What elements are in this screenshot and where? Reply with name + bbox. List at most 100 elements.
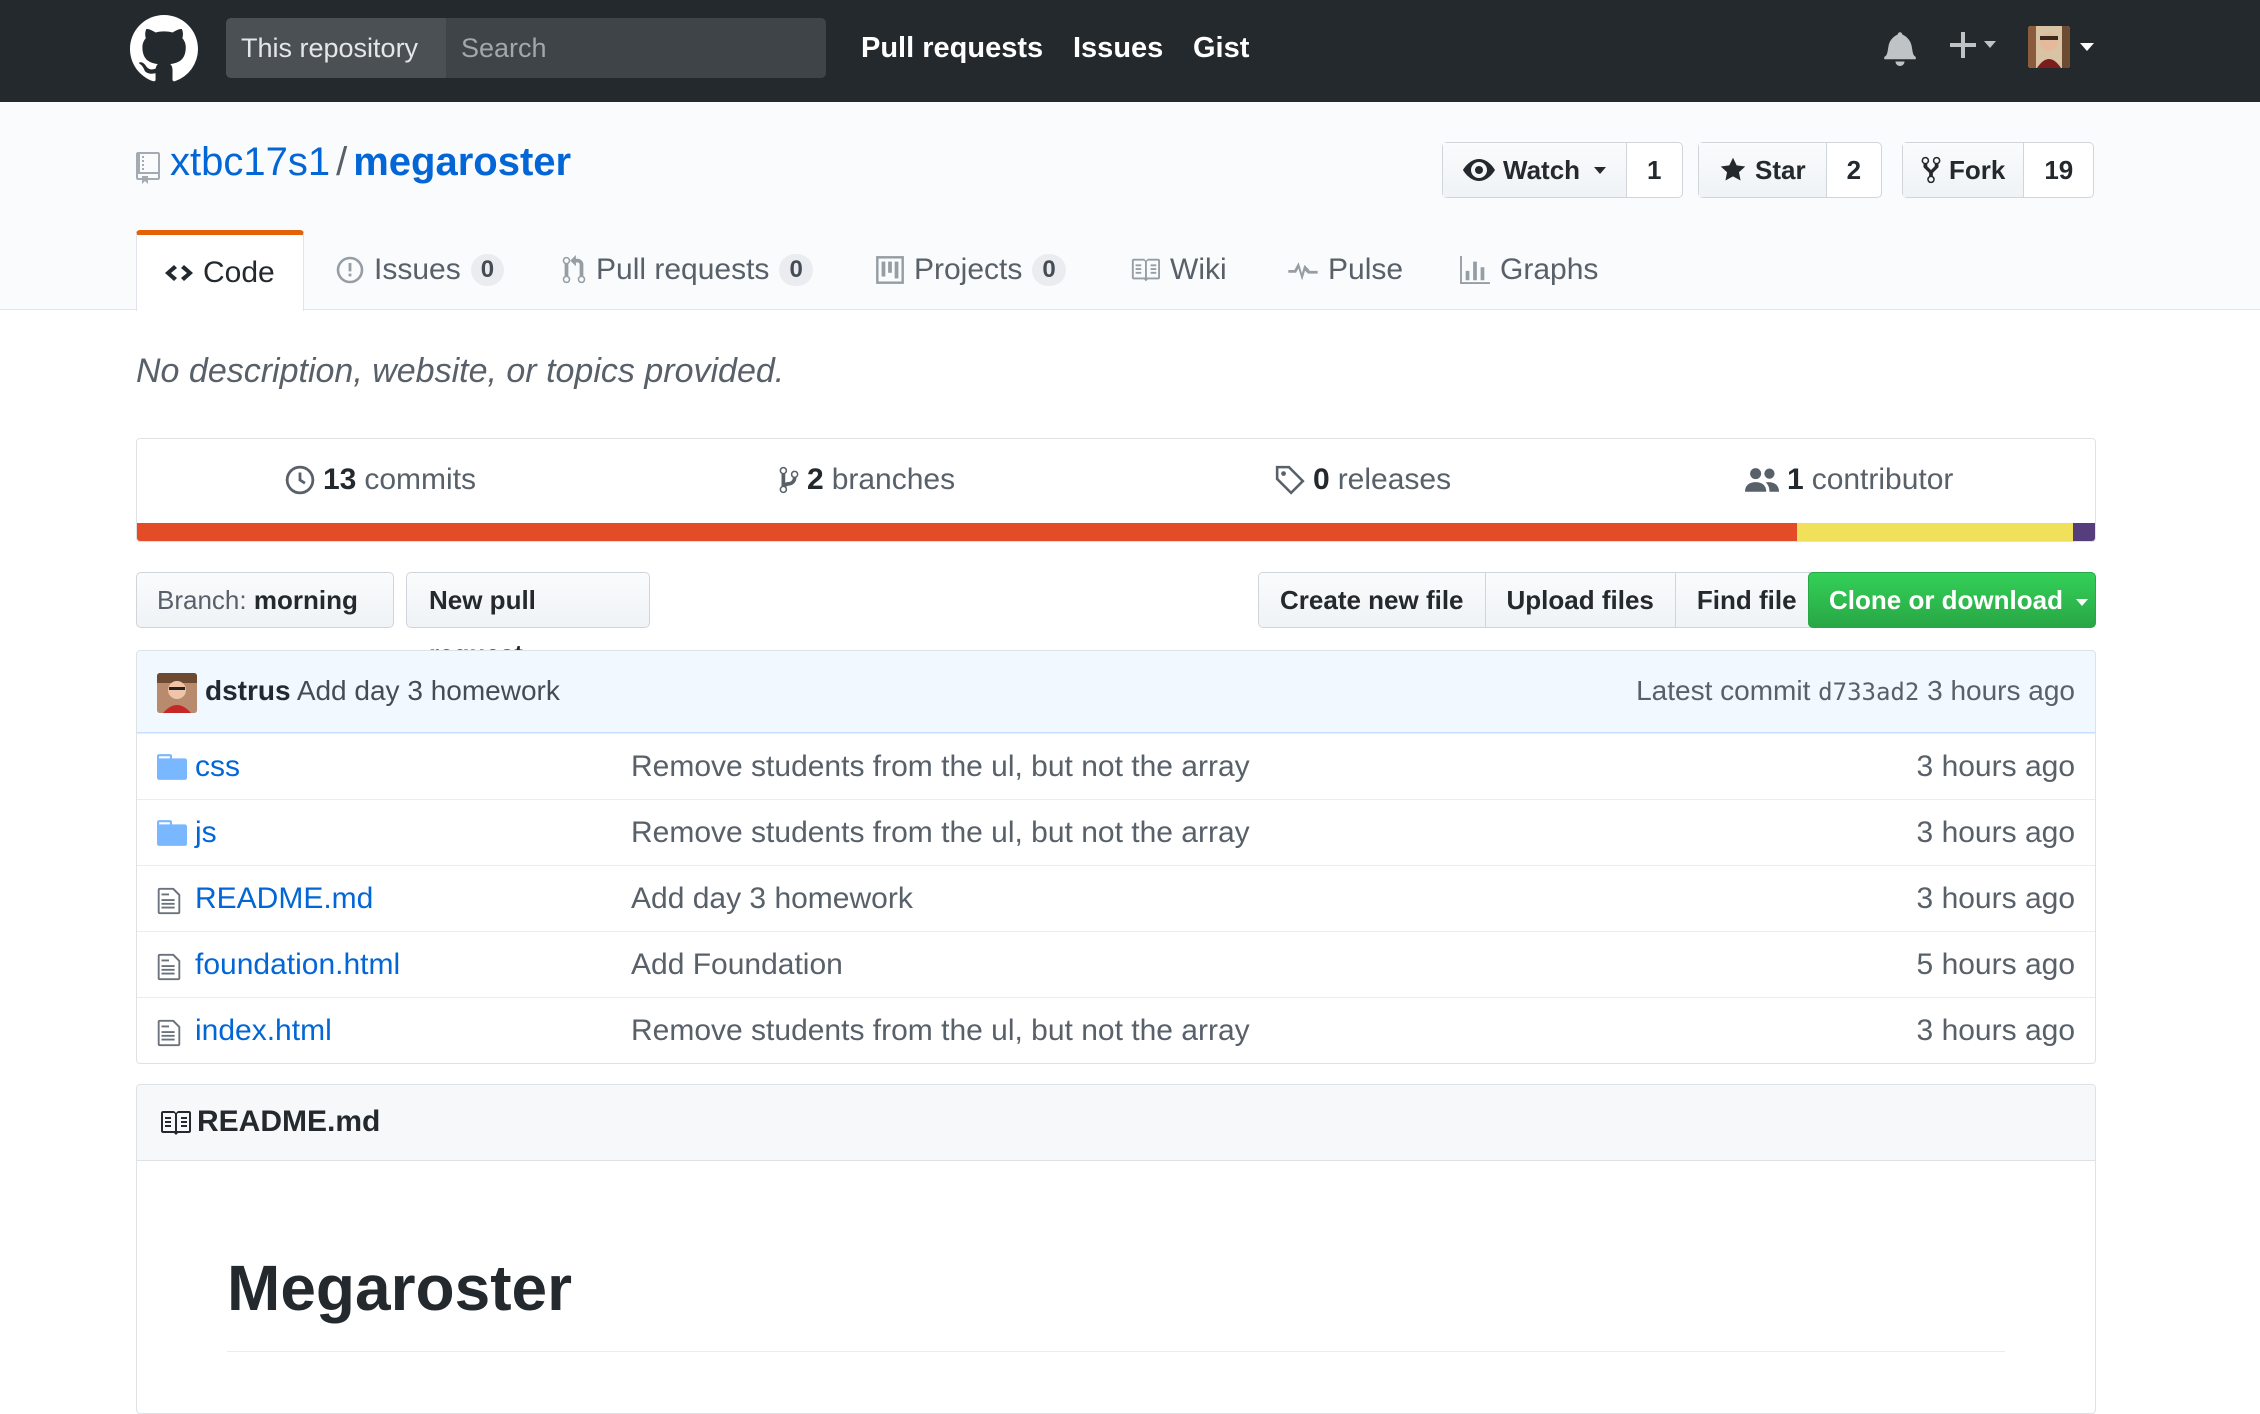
nav-gist[interactable]: Gist [1193,0,1249,96]
file-row: js Remove students from the ul, but not … [137,799,2095,865]
search-input[interactable]: Search [461,18,547,78]
chevron-down-icon[interactable] [2080,43,2094,51]
releases-stat[interactable]: 0 releases [1275,463,1451,497]
commits-stat[interactable]: 13 commits [285,463,476,497]
project-icon [876,256,904,284]
tab-projects[interactable]: Projects 0 [876,230,1066,310]
file-name-link[interactable]: README.md [195,882,373,916]
tab-graphs[interactable]: Graphs [1460,230,1598,310]
new-pull-request-button[interactable]: New pull request [406,572,650,669]
file-icon [157,1019,181,1047]
chevron-down-icon [2076,598,2089,606]
star-label: Star [1755,155,1806,185]
star-count[interactable]: 2 [1827,143,1881,197]
readme-title: README.md [197,1105,381,1138]
commit-author-link[interactable]: dstrus [205,675,291,706]
language-segment[interactable] [2073,523,2095,541]
file-name-link[interactable]: css [195,750,240,784]
file-table: dstrus Add day 3 homework Latest commit … [136,650,2096,1064]
fork-count[interactable]: 19 [2024,143,2093,197]
user-avatar[interactable] [2028,26,2070,68]
folder-icon [157,820,187,846]
tab-pull-requests[interactable]: Pull requests 0 [562,230,813,310]
search-box[interactable]: This repository Search [226,18,826,78]
contributors-count: 1 [1787,463,1804,496]
tab-label: Projects [914,253,1023,286]
commit-message-link[interactable]: Add day 3 homework [297,675,560,706]
history-icon [285,465,315,495]
repo-description: No description, website, or topics provi… [136,352,785,390]
top-header: This repository Search Pull requests Iss… [0,0,2260,102]
chevron-down-icon [1594,166,1607,174]
branches-stat[interactable]: 2 branches [779,463,955,497]
file-age: 5 hours ago [1916,948,2075,981]
tab-label: Code [203,256,275,289]
readme-header: README.md [137,1085,2095,1161]
file-row: README.md Add day 3 homework 3 hours ago [137,865,2095,931]
bell-icon[interactable] [1884,30,1916,66]
pull-request-icon [562,255,586,284]
create-new-file-button[interactable]: Create new file [1259,573,1486,627]
github-logo-icon[interactable] [130,15,198,83]
tab-issues[interactable]: Issues 0 [336,230,505,310]
file-commit-message-link[interactable]: Remove students from the ul, but not the… [631,816,1250,850]
repo-separator: / [336,140,348,184]
nav-pull-requests[interactable]: Pull requests [861,0,1043,96]
file-actions-group: Create new file Upload files Find file [1258,572,1819,628]
file-name-link[interactable]: index.html [195,1014,332,1048]
watch-button[interactable]: Watch [1443,143,1628,197]
fork-button[interactable]: Fork [1903,143,2025,197]
repo-owner-link[interactable]: xtbc17s1 [170,140,330,184]
repo-icon [136,152,160,184]
language-segment[interactable] [137,523,1798,541]
file-icon [157,953,181,981]
find-file-button[interactable]: Find file [1675,573,1818,627]
file-commit-message-link[interactable]: Remove students from the ul, but not the… [631,1014,1250,1048]
file-age: 3 hours ago [1916,816,2075,849]
book-icon [161,1111,191,1135]
tab-code[interactable]: Code [136,230,304,311]
clone-or-download-button[interactable]: Clone or download [1808,572,2096,628]
file-commit-message-link[interactable]: Add Foundation [631,948,843,982]
issues-counter: 0 [470,254,505,286]
fork-button-group: Fork 19 [1902,142,2095,198]
tab-label: Pull requests [596,253,770,286]
file-name-link[interactable]: js [195,816,217,850]
clone-label: Clone or download [1829,585,2063,615]
search-scope-label: This repository [226,18,446,78]
nav-issues[interactable]: Issues [1073,0,1163,96]
fork-label: Fork [1949,155,2006,185]
tab-label: Pulse [1328,253,1404,286]
issue-icon [336,256,364,284]
branch-select-button[interactable]: Branch: morning [136,572,394,660]
fork-icon [1921,156,1941,184]
repo-name-link[interactable]: megaroster [353,140,571,184]
commit-summary: dstrus Add day 3 homework [205,675,560,707]
star-button[interactable]: Star [1699,143,1827,197]
contributors-stat[interactable]: 1 contributor [1745,463,1953,497]
watch-button-group: Watch 1 [1442,142,1683,198]
branch-name: morning [253,585,358,615]
commit-sha-link[interactable]: d733ad2 [1818,678,1919,706]
commits-count: 13 [323,463,357,496]
projects-counter: 0 [1032,254,1066,286]
file-commit-message-link[interactable]: Remove students from the ul, but not the… [631,750,1250,784]
commits-label: commits [364,463,477,496]
tab-pulse[interactable]: Pulse [1288,230,1403,310]
tab-wiki[interactable]: Wiki [1130,230,1227,310]
repo-title: xtbc17s1/megaroster [170,140,571,185]
author-avatar[interactable] [157,673,197,713]
language-bar[interactable] [137,523,2095,541]
file-commit-message-link[interactable]: Add day 3 homework [631,882,913,916]
upload-files-button[interactable]: Upload files [1485,573,1676,627]
tag-icon [1275,465,1305,495]
readme-heading: Megaroster [227,1252,572,1324]
branches-count: 2 [807,463,824,496]
file-name-link[interactable]: foundation.html [195,948,400,982]
plus-icon[interactable] [1948,26,2008,66]
star-button-group: Star 2 [1698,142,1883,198]
latest-commit-info: Latest commit d733ad2 3 hours ago [1636,675,2075,707]
book-icon [1131,258,1160,282]
watch-count[interactable]: 1 [1627,143,1681,197]
language-segment[interactable] [1797,523,2074,541]
